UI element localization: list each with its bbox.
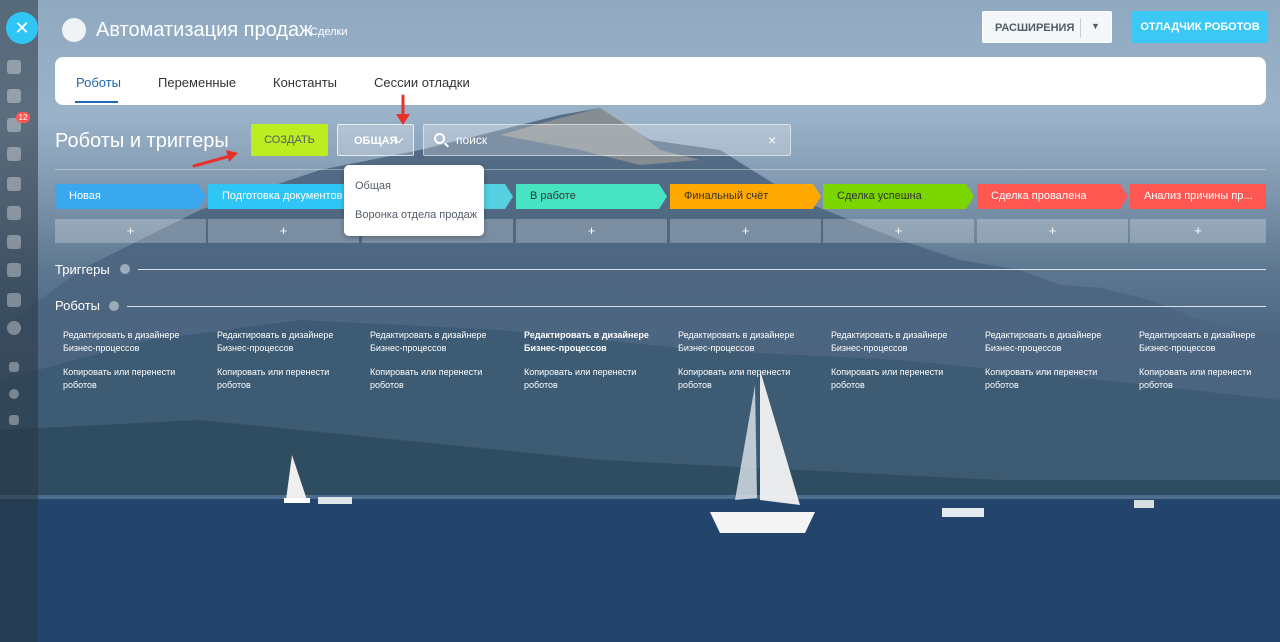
- edit-in-designer-link[interactable]: Редактировать в дизайнере Бизнес-процесс…: [217, 329, 347, 355]
- copy-move-robots-link[interactable]: Копировать или перенести роботов: [831, 366, 961, 392]
- copy-move-robots-link[interactable]: Копировать или перенести роботов: [985, 366, 1115, 392]
- stage-analysis[interactable]: Анализ причины пр...: [1130, 184, 1266, 209]
- stage-new[interactable]: Новая: [55, 184, 206, 209]
- box-icon[interactable]: [7, 263, 21, 277]
- sitemap-icon[interactable]: [9, 362, 19, 372]
- tab-robots[interactable]: Роботы: [76, 75, 121, 90]
- activity-icon[interactable]: [7, 60, 21, 74]
- add-trigger-button[interactable]: +: [670, 219, 821, 243]
- stage-final-invoice[interactable]: Финальный счёт: [670, 184, 821, 209]
- stage-lost[interactable]: Сделка провалена: [977, 184, 1128, 209]
- edit-in-designer-link[interactable]: Редактировать в дизайнере Бизнес-процесс…: [678, 329, 808, 355]
- copy-move-robots-link[interactable]: Копировать или перенести роботов: [678, 366, 808, 392]
- check-icon[interactable]: [7, 321, 21, 335]
- tab-constants[interactable]: Константы: [273, 75, 337, 90]
- funnel-select[interactable]: ОБЩАЯ ⌵: [337, 124, 414, 156]
- active-tab-indicator: [75, 101, 118, 103]
- plus-icon[interactable]: [9, 415, 19, 425]
- extensions-label: РАСШИРЕНИЯ: [995, 22, 1075, 34]
- robots-heading: Роботы: [55, 298, 101, 313]
- edit-in-designer-link[interactable]: Редактировать в дизайнере Бизнес-процесс…: [1139, 329, 1269, 355]
- funnel-dropdown-menu: Общая Воронка отдела продаж: [344, 165, 484, 236]
- add-trigger-button[interactable]: +: [516, 219, 667, 243]
- stage-documents[interactable]: Подготовка документов: [208, 184, 359, 209]
- copy-move-robots-link[interactable]: Копировать или перенести роботов: [370, 366, 500, 392]
- tab-debug-sessions[interactable]: Сессии отладки: [374, 75, 470, 90]
- page-title: Автоматизация продаж: [96, 19, 313, 41]
- edit-in-designer-link[interactable]: Редактировать в дизайнере Бизнес-процесс…: [370, 329, 500, 355]
- copy-move-robots-link[interactable]: Копировать или перенести роботов: [217, 366, 347, 392]
- search-box[interactable]: ×: [423, 124, 791, 156]
- annotation-arrow-icon: [192, 150, 238, 168]
- robot-debugger-button[interactable]: ОТЛАДЧИК РОБОТОВ: [1132, 11, 1268, 43]
- tabs-bar: Роботы Переменные Константы Сессии отлад…: [55, 57, 1266, 105]
- gear-icon[interactable]: [9, 389, 19, 399]
- add-trigger-button[interactable]: +: [1130, 219, 1266, 243]
- robot-logo-icon: [62, 18, 86, 42]
- triggers-divider: [138, 269, 1266, 270]
- contact-icon[interactable]: [7, 206, 21, 220]
- edit-in-designer-link[interactable]: Редактировать в дизайнере Бизнес-процесс…: [985, 329, 1115, 355]
- cart-icon[interactable]: [7, 177, 21, 191]
- funnel-label: ОБЩАЯ: [354, 135, 398, 147]
- menu-item-sales-funnel[interactable]: Воронка отдела продаж: [355, 209, 477, 221]
- robots-divider: [127, 306, 1266, 307]
- extensions-separator: [1080, 18, 1081, 38]
- search-input[interactable]: [456, 133, 756, 147]
- help-icon[interactable]: [120, 264, 130, 274]
- close-icon[interactable]: ×: [768, 132, 776, 148]
- stage-in-progress[interactable]: В работе: [516, 184, 667, 209]
- add-trigger-button[interactable]: +: [823, 219, 974, 243]
- target-icon[interactable]: [7, 147, 21, 161]
- chevron-down-icon[interactable]: ▼: [1091, 21, 1100, 31]
- breadcrumb[interactable]: Сделки: [310, 26, 348, 38]
- notification-badge: 12: [16, 112, 30, 123]
- extensions-button[interactable]: РАСШИРЕНИЯ ▼: [982, 11, 1112, 43]
- edit-in-designer-link[interactable]: Редактировать в дизайнере Бизнес-процесс…: [524, 329, 654, 355]
- close-icon[interactable]: ✕: [6, 12, 38, 44]
- tasks-icon[interactable]: [7, 89, 21, 103]
- annotation-arrow-icon: [396, 94, 410, 125]
- create-button[interactable]: СОЗДАТЬ: [251, 124, 328, 156]
- robot-icon[interactable]: [7, 235, 21, 249]
- chevron-down-icon: ⌵: [394, 132, 404, 146]
- add-trigger-button[interactable]: +: [55, 219, 206, 243]
- copy-move-robots-link[interactable]: Копировать или перенести роботов: [63, 366, 193, 392]
- edit-in-designer-link[interactable]: Редактировать в дизайнере Бизнес-процесс…: [63, 329, 193, 355]
- search-icon: [434, 133, 445, 144]
- tab-variables[interactable]: Переменные: [158, 75, 236, 90]
- edit-in-designer-link[interactable]: Редактировать в дизайнере Бизнес-процесс…: [831, 329, 961, 355]
- copy-move-robots-link[interactable]: Копировать или перенести роботов: [1139, 366, 1269, 392]
- copy-move-robots-link[interactable]: Копировать или перенести роботов: [524, 366, 654, 392]
- left-sidebar: ✕ 12: [0, 0, 38, 642]
- stage-won[interactable]: Сделка успешна: [823, 184, 974, 209]
- triggers-heading: Триггеры: [55, 262, 110, 277]
- company-icon[interactable]: [7, 293, 21, 307]
- add-trigger-button[interactable]: +: [208, 219, 359, 243]
- help-icon[interactable]: [109, 301, 119, 311]
- menu-item-general[interactable]: Общая: [355, 180, 391, 192]
- add-trigger-button[interactable]: +: [977, 219, 1128, 243]
